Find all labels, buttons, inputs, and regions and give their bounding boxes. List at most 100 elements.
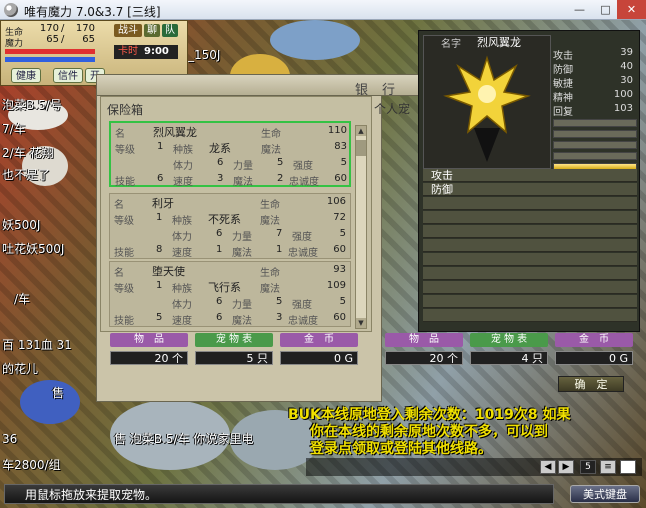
pet-tough: 5 (339, 228, 346, 239)
pet-name: 烈风翼龙 (153, 126, 197, 139)
stat-attack: 攻击 39 (553, 47, 637, 62)
pet-str: 5 (277, 157, 284, 168)
pet-str-label: 力量 (233, 161, 253, 172)
pet-mp-label: 魔法 (261, 145, 281, 156)
stat-spirit: 精神 100 (553, 89, 637, 104)
pet-entry[interactable]: 名 利牙 生命 106 等级 1 种族 不死系 魔法 72 体力 6 力量 7 … (109, 193, 351, 259)
skill-slot[interactable]: 攻击 (423, 169, 637, 182)
chat-toggle-checkbox[interactable] (620, 460, 636, 474)
safe-box-panel: 保险箱 名 烈风翼龙 生命 110 等级 1 种族 龙系 魔法 83 体力 6 … (100, 96, 372, 332)
team-button[interactable]: 队 (162, 24, 178, 37)
pet-vit-label: 体力 (172, 232, 192, 243)
pet-skill-label: 技能 (115, 177, 135, 188)
chat-line: 也不是了 (2, 168, 51, 182)
pet-race-label: 种族 (173, 145, 193, 156)
pet-portrait (423, 35, 551, 169)
gold-button[interactable]: 金 币 (280, 333, 358, 347)
stat-agility: 敏捷 30 (553, 75, 637, 90)
pet-level: 1 (156, 212, 163, 223)
pet-loyalty-label: 忠诚度 (288, 248, 318, 259)
chat-menu-button[interactable]: ≡ (600, 460, 616, 474)
personal-gold-amount: 0 G (555, 351, 633, 365)
skill-slot[interactable] (423, 281, 637, 294)
chat-next-button[interactable]: ▶ (558, 460, 574, 474)
pet-entry[interactable]: 名 堕天使 生命 93 等级 1 种族 飞行系 魔法 109 体力 6 力量 5… (109, 261, 351, 327)
pet-skill: 5 (156, 312, 163, 323)
personal-gold-button[interactable]: 金 币 (555, 333, 633, 347)
minimize-button[interactable]: — (566, 0, 593, 19)
chat-button[interactable]: 聊 (144, 24, 160, 37)
ime-indicator[interactable]: 美式键盘 (570, 485, 640, 503)
pet-name: 堕天使 (152, 265, 185, 278)
pet-detail-panel: 名字 烈风翼龙 攻击 39 防御 40 敏捷 30 精神 100 回复 103 攻击 防御 (418, 30, 640, 332)
skill-slot[interactable] (423, 267, 637, 280)
skill-slot[interactable] (423, 225, 637, 238)
chat-line: 泡菜B.5/号 (2, 98, 62, 112)
chat-line: 7/车 (2, 122, 26, 136)
pet-hp: 93 (333, 264, 346, 275)
character-sprite (20, 380, 80, 424)
pet-race-label: 种族 (172, 284, 192, 295)
chat-channel[interactable]: 5 (580, 460, 596, 474)
pet-loyalty-label: 忠诚度 (288, 316, 318, 327)
tab-mail[interactable]: 信件 (53, 68, 83, 83)
pet-mp: 109 (326, 280, 346, 291)
pet-magic-label: 魔法 (233, 177, 253, 188)
pet-mp-label: 魔法 (260, 284, 280, 295)
skill-slot[interactable] (423, 253, 637, 266)
pet-level: 1 (157, 141, 164, 152)
skill-slot[interactable]: 防御 (423, 183, 637, 196)
stat-value: 100 (613, 89, 633, 100)
chat-prev-button[interactable]: ◀ (540, 460, 556, 474)
stat-label: 攻击 (553, 51, 573, 62)
pet-skill-label: 技能 (114, 316, 134, 327)
personal-items-button[interactable]: 物 品 (385, 333, 463, 347)
chat-line: 的花儿 (2, 362, 39, 376)
pet-tough-label: 强度 (293, 161, 313, 172)
scroll-thumb[interactable] (356, 140, 366, 156)
personal-pet-list-button[interactable]: 宠 物 表 (470, 333, 548, 347)
mp-max: 65 (82, 34, 95, 45)
pet-name-label: 名 (114, 200, 124, 211)
stat-label: 敏捷 (553, 79, 573, 90)
scroll-down-icon[interactable]: ▼ (356, 318, 366, 328)
hp-value: 170 (39, 23, 59, 34)
pet-speed-label: 速度 (173, 177, 193, 188)
chat-line: 妖500J (2, 218, 41, 232)
stat-value: 39 (620, 47, 633, 58)
pet-loyalty: 60 (333, 312, 346, 323)
pet-list-scrollbar[interactable]: ▲ ▼ (355, 125, 367, 329)
chat-line: 36 (2, 432, 18, 446)
items-button[interactable]: 物 品 (110, 333, 188, 347)
pet-skill: 8 (156, 244, 163, 255)
pet-loyalty: 60 (334, 173, 347, 184)
scroll-up-icon[interactable]: ▲ (356, 126, 366, 136)
pet-entry[interactable]: 名 烈风翼龙 生命 110 等级 1 种族 龙系 魔法 83 体力 6 力量 5… (109, 121, 351, 188)
pet-speed-label: 速度 (172, 316, 192, 327)
personal-pets-count: 4 只 (470, 351, 548, 365)
pet-hp-label: 生命 (261, 129, 281, 140)
card-time-label: 卡时 (118, 46, 138, 57)
skill-slot[interactable] (423, 309, 637, 322)
skill-slot[interactable] (423, 295, 637, 308)
pet-level-label: 等级 (114, 216, 134, 227)
pet-mp: 72 (333, 212, 346, 223)
pet-loyalty-label: 忠诚度 (289, 177, 319, 188)
personal-items-count: 20 个 (385, 351, 463, 365)
tab-health[interactable]: 健康 (11, 68, 41, 83)
confirm-button[interactable]: 确 定 (558, 376, 624, 392)
pet-magic-label: 魔法 (232, 316, 252, 327)
skill-slot[interactable] (423, 211, 637, 224)
skill-slot[interactable] (423, 197, 637, 210)
maximize-button[interactable]: □ (592, 0, 619, 19)
pet-list-button[interactable]: 宠 物 表 (195, 333, 273, 347)
close-button[interactable]: ✕ (617, 0, 646, 19)
gold-amount: 0 G (280, 351, 358, 365)
mp-bar (5, 57, 95, 62)
stat-label: 精神 (553, 93, 573, 104)
skill-slot[interactable] (423, 239, 637, 252)
battle-button[interactable]: 战斗 (114, 24, 142, 37)
pet-level-label: 等级 (115, 145, 135, 156)
attribute-gauge (553, 119, 637, 127)
pet-name-label: 名 (114, 268, 124, 279)
